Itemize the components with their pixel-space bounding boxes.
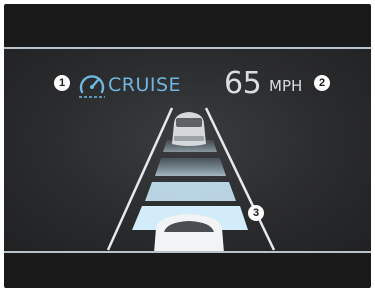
set-speed-value: 65 (224, 66, 262, 101)
callout-marker-1: 1 (54, 75, 70, 91)
cluster-screen: 1 CRUISE 65 MPH 2 3 (4, 4, 371, 288)
cruise-status-label: CRUISE (108, 74, 182, 96)
lead-vehicle-icon (172, 112, 206, 146)
top-divider (4, 47, 371, 49)
bottom-divider (4, 251, 371, 253)
speed-unit-label: MPH (269, 77, 303, 95)
callout-marker-3: 3 (248, 205, 264, 221)
distance-bar-2 (155, 158, 226, 176)
callout-marker-2: 2 (314, 75, 330, 91)
own-vehicle-icon (154, 214, 224, 253)
distance-bar-3 (145, 182, 236, 201)
cruise-control-icon (79, 75, 105, 98)
